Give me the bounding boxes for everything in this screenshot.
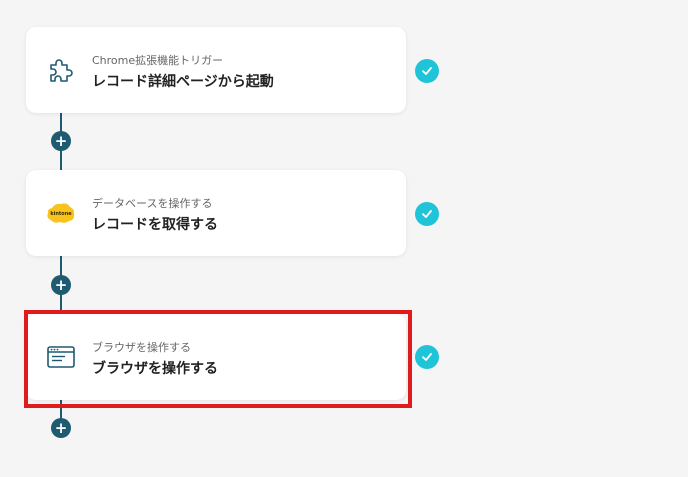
check-icon xyxy=(415,202,439,226)
add-step-button[interactable]: + xyxy=(51,418,71,438)
step-title: レコードを取得する xyxy=(92,217,218,233)
flow-step-card-browser-operation[interactable]: ブラウザを操作する ブラウザを操作する xyxy=(26,314,406,400)
puzzle-icon xyxy=(46,56,76,84)
step-subtitle: データベースを操作する xyxy=(92,197,213,210)
flow-step-card-chrome-trigger[interactable]: Chrome拡張機能トリガー レコード詳細ページから起動 xyxy=(26,27,406,113)
flow-connector-line xyxy=(60,399,62,419)
kintone-logo: kintone xyxy=(46,199,76,227)
plus-icon: + xyxy=(54,275,68,294)
plus-icon: + xyxy=(54,131,68,150)
step-subtitle: Chrome拡張機能トリガー xyxy=(92,54,224,67)
flow-step-card-get-record[interactable]: kintone データベースを操作する レコードを取得する xyxy=(26,170,406,256)
browser-window-icon xyxy=(46,343,76,371)
plus-icon: + xyxy=(54,418,68,437)
svg-text:kintone: kintone xyxy=(50,211,72,217)
add-step-button[interactable]: + xyxy=(51,131,71,151)
step-title: レコード詳細ページから起動 xyxy=(92,74,274,90)
add-step-button[interactable]: + xyxy=(51,275,71,295)
step-title: ブラウザを操作する xyxy=(92,361,218,377)
check-icon xyxy=(415,59,439,83)
step-subtitle: ブラウザを操作する xyxy=(92,341,191,354)
check-icon xyxy=(415,345,439,369)
